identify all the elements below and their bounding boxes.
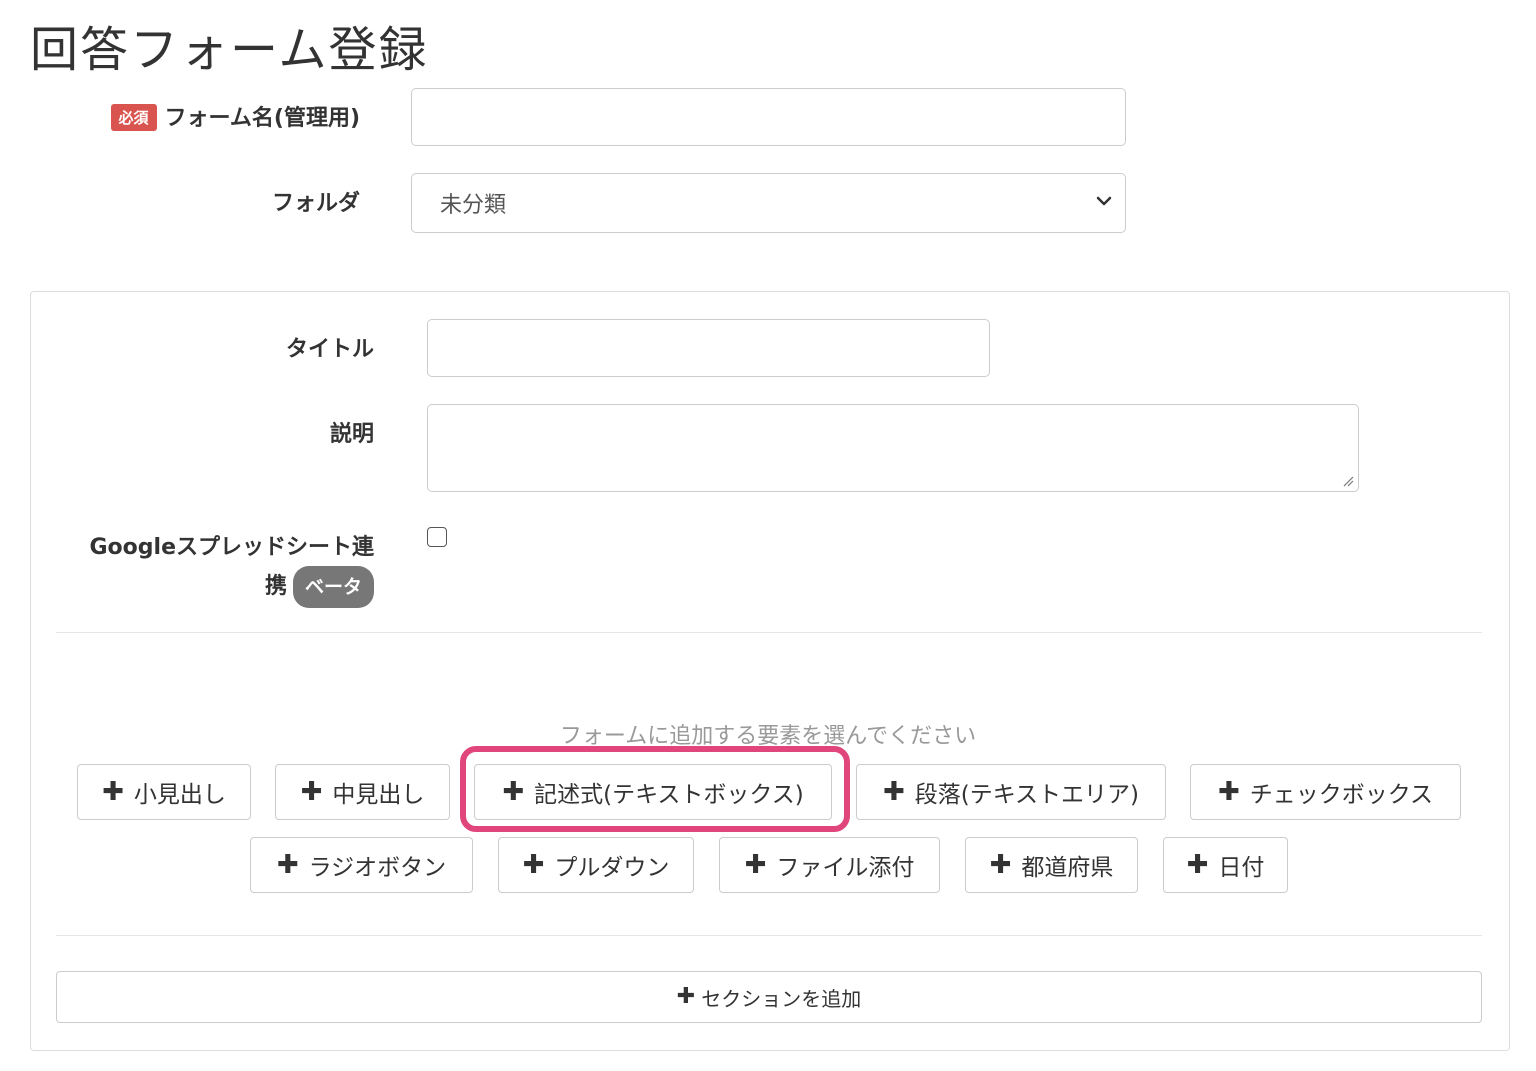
required-badge: 必須 [110,104,157,131]
plus-icon: ✚ [676,984,696,1009]
plus-icon: ✚ [1186,850,1209,880]
add-element-hint: フォームに追加する要素を選んでください [559,724,977,749]
beta-badge: ベータ [292,566,374,608]
plus-icon: ✚ [522,850,545,880]
description-label: 説明 [329,422,374,447]
form-name-label-text: フォーム名(管理用) [164,106,360,131]
button-label: 小見出し [133,782,226,808]
button-label: ファイル添付 [776,855,915,881]
add-checkbox-button[interactable]: ✚ チェックボックス [1190,764,1461,820]
sheets-label-line2: 携 [264,574,287,599]
button-label: ラジオボタン [308,855,447,881]
folder-label: フォルダ [271,191,360,216]
add-prefecture-button[interactable]: ✚ 都道府県 [965,837,1138,893]
plus-icon: ✚ [102,777,124,807]
add-section-label: セクションを追加 [701,986,862,1011]
add-date-button[interactable]: ✚ 日付 [1163,837,1288,893]
plus-icon: ✚ [989,850,1012,880]
button-label: チェックボックス [1249,782,1434,808]
plus-icon: ✚ [502,777,525,807]
divider [56,935,1482,936]
form-name-label: 必須 フォーム名(管理用) [60,100,360,132]
folder-selected-value: 未分類 [440,193,507,218]
sheets-label: Googleスプレッドシート連 携ベータ [40,530,374,608]
add-medium-heading-button[interactable]: ✚ 中見出し [275,764,450,820]
title-label: タイトル [285,337,374,362]
plus-icon: ✚ [300,777,323,807]
button-label: 日付 [1218,855,1265,881]
add-textarea-button[interactable]: ✚ 段落(テキストエリア) [856,764,1166,820]
plus-icon: ✚ [882,777,905,807]
add-pulldown-button[interactable]: ✚ プルダウン [498,837,694,893]
button-label: 中見出し [332,782,425,808]
chevron-down-icon [1096,196,1112,206]
title-input[interactable] [427,319,990,377]
button-label: 段落(テキストエリア) [914,782,1140,808]
plus-icon: ✚ [1217,777,1240,807]
add-radio-button[interactable]: ✚ ラジオボタン [250,837,473,893]
page-title: 回答フォーム登録 [30,22,429,78]
form-name-input[interactable] [411,88,1126,146]
sheets-label-line1: Googleスプレッドシート連 [89,535,375,560]
folder-select[interactable]: 未分類 [411,173,1126,233]
add-small-heading-button[interactable]: ✚ 小見出し [77,764,251,820]
button-label: 記述式(テキストボックス) [534,782,804,808]
add-file-attachment-button[interactable]: ✚ ファイル添付 [719,837,940,893]
resize-grip-icon[interactable] [1342,475,1354,487]
plus-icon: ✚ [276,850,299,880]
button-label: プルダウン [554,855,670,881]
plus-icon: ✚ [744,850,767,880]
add-textbox-button[interactable]: ✚ 記述式(テキストボックス) [474,764,832,820]
button-label: 都道府県 [1021,855,1114,881]
add-section-button[interactable]: ✚ セクションを追加 [56,971,1482,1023]
description-textarea[interactable] [427,404,1359,492]
sheets-checkbox[interactable] [427,527,447,547]
divider [56,632,1482,633]
